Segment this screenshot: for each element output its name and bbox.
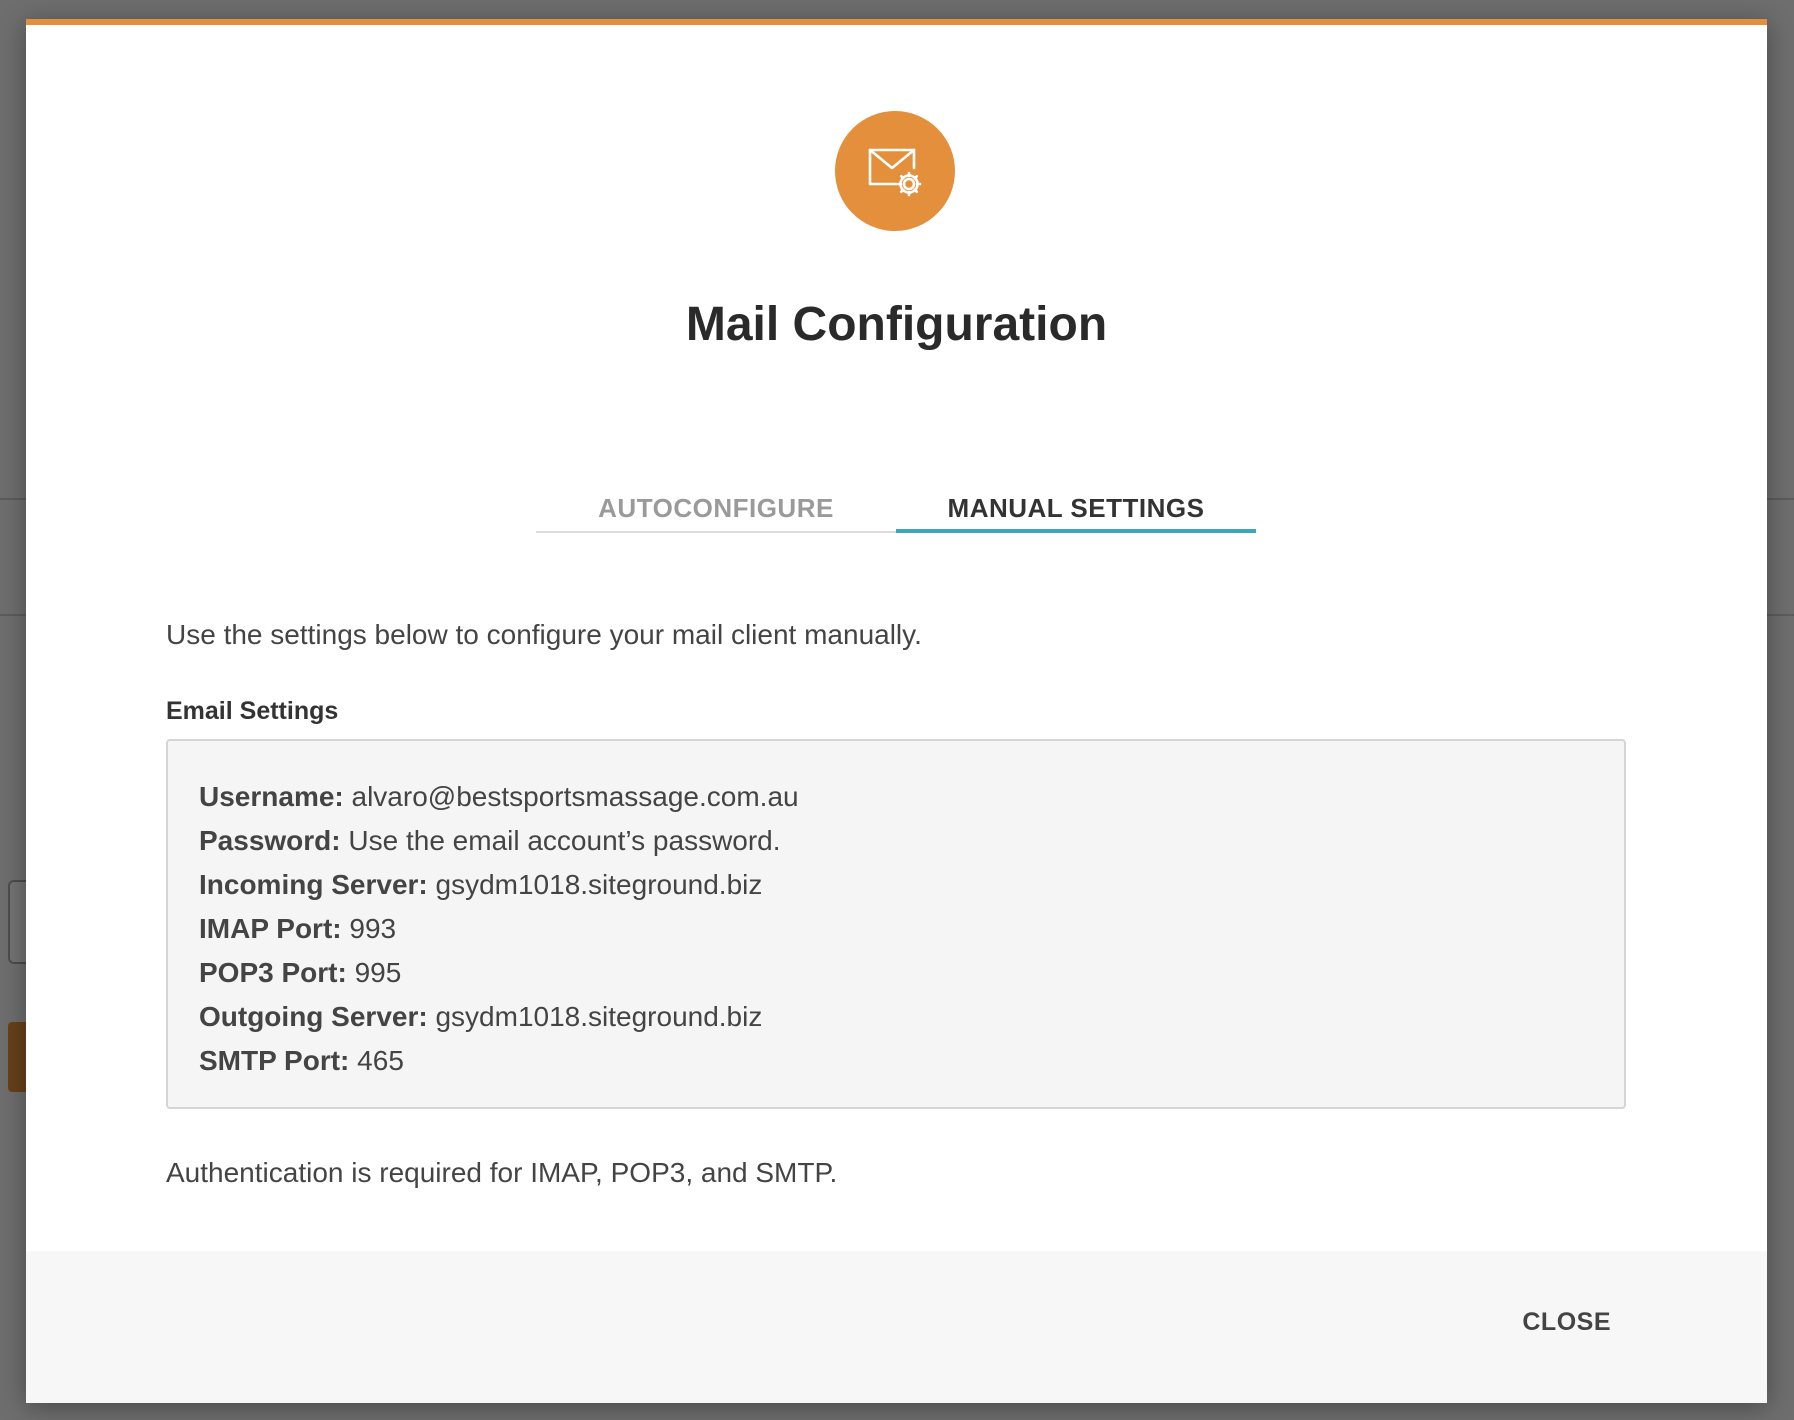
setting-value: 995 [354, 957, 402, 988]
setting-key: Outgoing Server: [199, 1001, 428, 1032]
email-settings-label: Email Settings [166, 697, 339, 725]
close-button[interactable]: CLOSE [1516, 1307, 1617, 1338]
email-settings-box: Username: alvaro@bestsportsmassage.com.a… [166, 739, 1626, 1109]
setting-row-imap-port: IMAP Port: 993 [199, 907, 1593, 951]
setting-row-password: Password: Use the email account’s passwo… [199, 819, 1593, 863]
setting-key: SMTP Port: [199, 1045, 350, 1076]
setting-value: Use the email account’s password. [348, 825, 781, 856]
modal-footer: CLOSE [26, 1251, 1767, 1403]
setting-row-incoming-server: Incoming Server: gsydm1018.siteground.bi… [199, 863, 1593, 907]
setting-row-smtp-port: SMTP Port: 465 [199, 1039, 1593, 1083]
setting-key: Incoming Server: [199, 869, 428, 900]
setting-value: gsydm1018.siteground.biz [435, 869, 763, 900]
setting-row-pop3-port: POP3 Port: 995 [199, 951, 1593, 995]
setting-key: POP3 Port: [199, 957, 347, 988]
setting-value: gsydm1018.siteground.biz [435, 1001, 763, 1032]
tab-bar: AUTOCONFIGURE MANUAL SETTINGS [536, 461, 1256, 533]
setting-row-outgoing-server: Outgoing Server: gsydm1018.siteground.bi… [199, 995, 1593, 1039]
setting-key: Username: [199, 781, 344, 812]
mail-configuration-modal: Mail Configuration AUTOCONFIGURE MANUAL … [26, 19, 1767, 1403]
setting-value: 465 [357, 1045, 404, 1076]
setting-key: IMAP Port: [199, 913, 342, 944]
modal-title: Mail Configuration [685, 298, 1108, 351]
setting-value: alvaro@bestsportsmassage.com.au [351, 781, 799, 812]
mail-gear-icon [835, 111, 955, 231]
intro-text: Use the settings below to configure your… [166, 619, 922, 650]
setting-key: Password: [199, 825, 341, 856]
setting-value: 993 [349, 913, 397, 944]
tab-autoconfigure[interactable]: AUTOCONFIGURE [536, 461, 896, 531]
setting-row-username: Username: alvaro@bestsportsmassage.com.a… [199, 775, 1593, 819]
tab-manual-settings[interactable]: MANUAL SETTINGS [896, 461, 1256, 533]
authentication-note: Authentication is required for IMAP, POP… [166, 1157, 838, 1188]
